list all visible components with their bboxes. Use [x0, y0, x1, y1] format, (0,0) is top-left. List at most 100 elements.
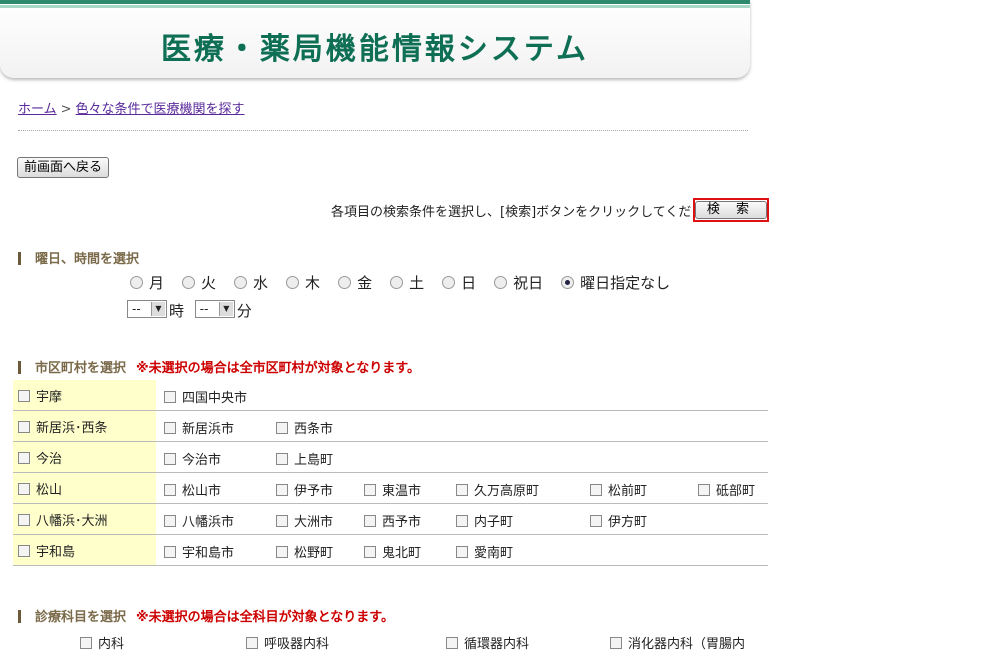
- city-checkbox[interactable]: [456, 546, 468, 558]
- cities-cell: 松山市 伊予市 東温市 久万高原町 松前町 砥部町: [156, 472, 768, 504]
- day-option[interactable]: 月: [130, 272, 164, 293]
- city-checkbox[interactable]: [276, 546, 288, 558]
- area-checkbox[interactable]: [18, 544, 30, 557]
- city-option[interactable]: 八幡浜市: [164, 511, 234, 530]
- time-selector: -- ▼ 時 -- ▼ 分: [127, 300, 252, 321]
- area-checkbox[interactable]: [18, 451, 30, 464]
- city-checkbox[interactable]: [364, 515, 376, 527]
- city-option[interactable]: 松野町: [276, 542, 333, 561]
- day-option[interactable]: 金: [338, 272, 372, 293]
- city-checkbox[interactable]: [164, 422, 176, 434]
- day-radio[interactable]: [494, 276, 508, 289]
- area-checkbox[interactable]: [18, 420, 30, 433]
- city-option[interactable]: 今治市: [164, 449, 221, 468]
- day-radio-group: 月 火 水 木 金 土 日 祝日 曜日指定なし: [130, 272, 688, 293]
- day-option[interactable]: 日: [442, 272, 476, 293]
- city-checkbox[interactable]: [698, 484, 710, 496]
- day-option[interactable]: 木: [286, 272, 320, 293]
- area-cell: 松山: [13, 472, 156, 504]
- city-option[interactable]: 松前町: [590, 480, 647, 499]
- day-radio[interactable]: [561, 276, 575, 289]
- city-checkbox[interactable]: [276, 453, 288, 465]
- day-option[interactable]: 火: [182, 272, 216, 293]
- department-checkbox[interactable]: [446, 637, 458, 649]
- city-option[interactable]: 東温市: [364, 480, 421, 499]
- area-cell: 新居浜･西条: [13, 410, 156, 442]
- city-option[interactable]: 鬼北町: [364, 542, 421, 561]
- area-checkbox[interactable]: [18, 482, 30, 495]
- city-checkbox[interactable]: [164, 391, 176, 403]
- city-option[interactable]: 西予市: [364, 511, 421, 530]
- department-checkbox[interactable]: [246, 637, 258, 649]
- city-label: 宇和島市: [182, 546, 235, 561]
- search-button[interactable]: 検 索: [695, 201, 767, 219]
- city-option[interactable]: 伊予市: [276, 480, 333, 499]
- department-section-heading: 診療科目を選択 ※未選択の場合は全科目が対象となります。: [18, 606, 394, 625]
- day-option[interactable]: 土: [390, 272, 424, 293]
- city-checkbox[interactable]: [276, 515, 288, 527]
- area-checkbox[interactable]: [18, 513, 30, 526]
- day-radio[interactable]: [390, 276, 404, 289]
- minute-select[interactable]: -- ▼: [194, 300, 235, 318]
- day-radio[interactable]: [286, 276, 300, 289]
- hour-unit: 時: [169, 302, 185, 320]
- department-checkbox[interactable]: [610, 637, 622, 649]
- city-checkbox[interactable]: [164, 484, 176, 496]
- city-label: 松野町: [294, 546, 334, 561]
- breadcrumb-home-link[interactable]: ホーム: [18, 102, 57, 117]
- day-option[interactable]: 祝日: [494, 272, 543, 293]
- site-header: 医療・薬局機能情報システム: [0, 0, 750, 78]
- day-option[interactable]: 曜日指定なし: [561, 272, 670, 293]
- cities-cell: 八幡浜市 大洲市 西予市 内子町 伊方町: [156, 503, 768, 535]
- day-label: 曜日指定なし: [580, 274, 671, 292]
- city-option[interactable]: 久万高原町: [456, 480, 539, 499]
- city-option[interactable]: 砥部町: [698, 480, 755, 499]
- breadcrumb-current-link[interactable]: 色々な条件で医療機関を探す: [76, 102, 245, 117]
- city-checkbox[interactable]: [164, 515, 176, 527]
- hour-select[interactable]: -- ▼: [127, 300, 167, 318]
- city-checkbox[interactable]: [590, 484, 602, 496]
- day-radio[interactable]: [130, 276, 143, 289]
- city-label: 伊方町: [608, 515, 648, 530]
- city-option[interactable]: 宇和島市: [164, 542, 234, 561]
- day-radio[interactable]: [442, 276, 456, 289]
- city-checkbox[interactable]: [364, 546, 376, 558]
- city-option[interactable]: 大洲市: [276, 511, 333, 530]
- city-option[interactable]: 上島町: [276, 449, 333, 468]
- city-option[interactable]: 伊方町: [590, 511, 647, 530]
- city-checkbox[interactable]: [276, 484, 288, 496]
- table-row: 新居浜･西条 新居浜市 西条市: [13, 410, 768, 442]
- back-button[interactable]: 前画面へ戻る: [17, 157, 110, 178]
- city-checkbox[interactable]: [276, 422, 288, 434]
- day-radio[interactable]: [234, 276, 248, 289]
- city-checkbox[interactable]: [456, 484, 468, 496]
- day-radio[interactable]: [182, 276, 196, 289]
- city-option[interactable]: 西条市: [276, 418, 333, 437]
- city-label: 東温市: [382, 484, 422, 499]
- city-checkbox[interactable]: [164, 453, 176, 465]
- city-label: 伊予市: [294, 484, 334, 499]
- day-radio[interactable]: [338, 276, 352, 289]
- city-checkbox[interactable]: [456, 515, 468, 527]
- city-checkbox[interactable]: [364, 484, 376, 496]
- city-checkbox[interactable]: [164, 546, 176, 558]
- city-label: 上島町: [294, 453, 334, 468]
- city-label: 今治市: [182, 453, 222, 468]
- city-checkbox[interactable]: [590, 515, 602, 527]
- day-section-title: 曜日、時間を選択: [35, 252, 140, 267]
- day-option[interactable]: 水: [234, 272, 268, 293]
- city-label: 松山市: [182, 484, 222, 499]
- city-option[interactable]: 四国中央市: [164, 387, 247, 406]
- city-option[interactable]: 新居浜市: [164, 418, 234, 437]
- city-option[interactable]: 内子町: [456, 511, 513, 530]
- breadcrumb-separator: >: [60, 102, 72, 117]
- day-label: 土: [409, 274, 425, 292]
- department-checkbox[interactable]: [80, 637, 92, 649]
- day-label: 水: [253, 274, 269, 292]
- city-option[interactable]: 松山市: [164, 480, 221, 499]
- area-label: 宇摩: [36, 389, 63, 405]
- area-checkbox[interactable]: [18, 389, 30, 402]
- cities-cell: 今治市 上島町: [156, 441, 768, 473]
- day-label: 月: [149, 274, 165, 292]
- city-option[interactable]: 愛南町: [456, 542, 513, 561]
